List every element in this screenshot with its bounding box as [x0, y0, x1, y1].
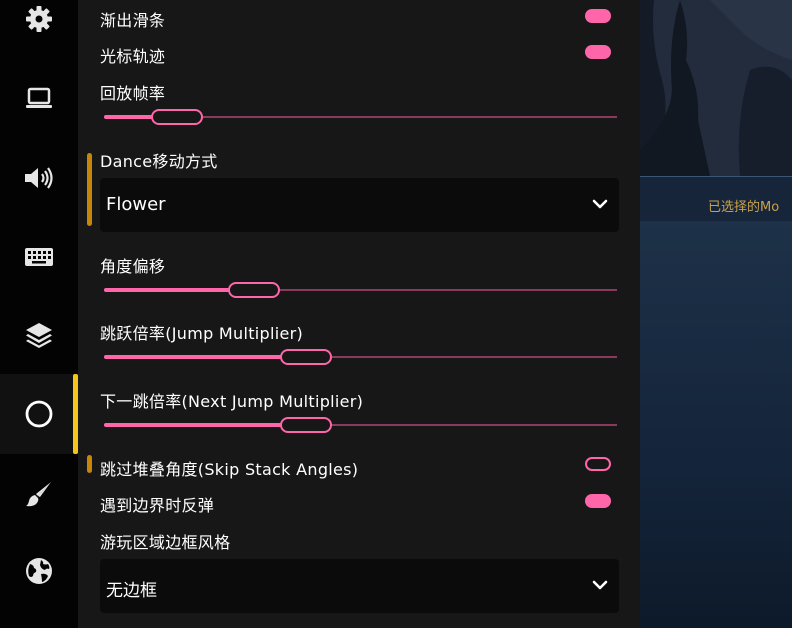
dropdown-value: Flower — [106, 194, 166, 215]
dance-movement-label: Dance移动方式 — [100, 152, 218, 171]
slider-thumb[interactable] — [280, 349, 332, 365]
chevron-down-icon — [592, 199, 608, 209]
settings-sidebar — [0, 0, 78, 628]
playfield-border-style-label: 游玩区域边框风格 — [100, 533, 231, 552]
slider-thumb[interactable] — [228, 282, 280, 298]
keyboard-icon — [25, 248, 53, 266]
sidebar-item-gameplay[interactable] — [0, 374, 78, 454]
song-select-background: 已选择的Mo — [640, 0, 792, 628]
angle-offset-slider[interactable] — [104, 280, 617, 300]
slider-fill — [104, 288, 232, 292]
bounce-on-edges-label: 遇到边界时反弹 — [100, 496, 215, 515]
playfield-border-style-dropdown[interactable]: 无边框 — [100, 559, 619, 613]
globe-icon — [26, 558, 52, 584]
section-indicator — [87, 153, 92, 226]
slider-fill — [104, 423, 284, 427]
slider-fill — [104, 115, 155, 119]
cursor-trail-toggle[interactable] — [585, 45, 611, 59]
sidebar-item-input[interactable] — [0, 218, 78, 296]
sidebar-item-graphics[interactable] — [0, 60, 78, 138]
section-indicator — [87, 455, 92, 473]
dropdown-value: 无边框 — [106, 581, 157, 601]
next-jump-multiplier-slider[interactable] — [104, 415, 617, 435]
speaker-icon — [25, 167, 53, 189]
sidebar-item-skin[interactable] — [0, 296, 78, 374]
jump-multiplier-label: 跳跃倍率(Jump Multiplier) — [100, 324, 304, 343]
gear-icon — [26, 6, 52, 32]
next-jump-multiplier-label: 下一跳倍率(Next Jump Multiplier) — [100, 392, 364, 411]
replay-fps-slider[interactable] — [104, 107, 617, 127]
brush-icon — [26, 482, 51, 507]
skip-stack-angles-label: 跳过堆叠角度(Skip Stack Angles) — [100, 460, 359, 479]
slider-thumb[interactable] — [280, 417, 332, 433]
cursor-trail-label: 光标轨迹 — [100, 47, 166, 66]
laptop-icon — [26, 87, 52, 108]
slider-fill — [104, 355, 284, 359]
sidebar-item-online[interactable] — [0, 532, 78, 610]
skip-stack-angles-toggle[interactable] — [585, 457, 611, 471]
layers-icon — [26, 323, 52, 348]
bounce-on-edges-toggle[interactable] — [585, 494, 611, 508]
jump-multiplier-slider[interactable] — [104, 347, 617, 367]
sidebar-item-general[interactable] — [0, 0, 78, 58]
chevron-down-icon — [592, 580, 608, 590]
dance-movement-dropdown[interactable]: Flower — [100, 178, 619, 232]
settings-panel: 渐出滑条 光标轨迹 回放帧率 Dance移动方式 Flower 角度偏移 跳跃倍… — [78, 0, 640, 628]
circle-icon — [25, 400, 53, 428]
sidebar-item-editor[interactable] — [0, 455, 78, 533]
angle-offset-label: 角度偏移 — [100, 257, 166, 276]
fade-scrollbar-toggle[interactable] — [585, 9, 611, 23]
replay-fps-label: 回放帧率 — [100, 84, 166, 103]
background-artwork — [640, 0, 792, 176]
fade-scrollbar-label: 渐出滑条 — [100, 11, 166, 30]
slider-thumb[interactable] — [151, 109, 203, 125]
sidebar-item-audio[interactable] — [0, 139, 78, 217]
background-lower — [640, 221, 792, 628]
selected-mods-text: 已选择的Mo — [708, 200, 780, 215]
artwork-silhouette — [640, 0, 792, 176]
